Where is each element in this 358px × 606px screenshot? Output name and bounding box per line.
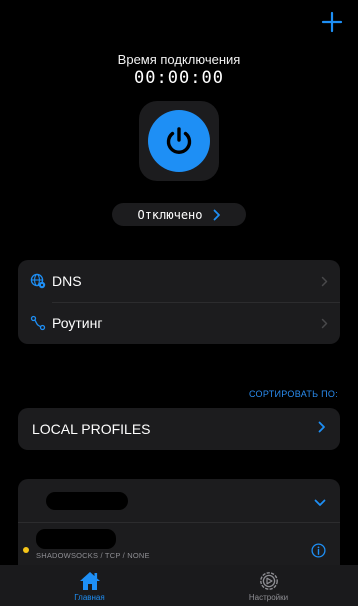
chevron-right-icon bbox=[321, 318, 328, 329]
power-button[interactable] bbox=[148, 110, 210, 172]
tab-settings[interactable]: Настройки bbox=[179, 565, 358, 606]
settings-card: DNS Роутинг bbox=[18, 260, 340, 344]
plus-icon bbox=[321, 11, 343, 33]
tab-label: Главная bbox=[74, 593, 105, 602]
globe-gear-icon bbox=[30, 273, 46, 289]
redacted-group-name bbox=[46, 491, 128, 510]
add-profile-button[interactable] bbox=[320, 10, 344, 34]
house-icon bbox=[79, 572, 100, 590]
settings-item-label: DNS bbox=[52, 273, 82, 289]
connection-status-label: Отключено bbox=[137, 207, 203, 222]
settings-item-routing[interactable]: Роутинг bbox=[18, 302, 340, 344]
connection-time-title: Время подключения bbox=[117, 52, 241, 67]
settings-item-label: Роутинг bbox=[52, 315, 103, 331]
profile-protocol: SHADOWSOCKS / TCP / NONE bbox=[36, 551, 150, 560]
gear-icon bbox=[259, 572, 278, 590]
info-icon[interactable] bbox=[311, 543, 326, 563]
sort-by-button[interactable]: СОРТИРОВАТЬ ПО: bbox=[249, 389, 338, 399]
chevron-right-icon bbox=[318, 420, 326, 438]
status-dot bbox=[23, 547, 29, 553]
settings-item-dns[interactable]: DNS bbox=[18, 260, 340, 302]
local-profiles-label: LOCAL PROFILES bbox=[32, 421, 151, 437]
connection-timer: 00:00:00 bbox=[134, 68, 224, 88]
power-tile bbox=[139, 101, 219, 181]
redacted-profile-name bbox=[36, 529, 116, 549]
chevron-right-icon bbox=[213, 209, 221, 221]
route-icon bbox=[30, 315, 46, 331]
chevron-down-icon bbox=[314, 494, 326, 512]
power-icon bbox=[166, 127, 192, 154]
connection-status-button[interactable]: Отключено bbox=[112, 203, 246, 226]
tab-home[interactable]: Главная bbox=[0, 565, 179, 606]
server-group-card: SHADOWSOCKS / TCP / NONE bbox=[18, 479, 340, 579]
chevron-right-icon bbox=[321, 276, 328, 287]
tab-bar: Главная Настройки bbox=[0, 565, 358, 606]
tab-label: Настройки bbox=[248, 593, 289, 602]
local-profiles-row[interactable]: LOCAL PROFILES bbox=[18, 408, 340, 450]
server-group-header[interactable] bbox=[18, 479, 340, 523]
